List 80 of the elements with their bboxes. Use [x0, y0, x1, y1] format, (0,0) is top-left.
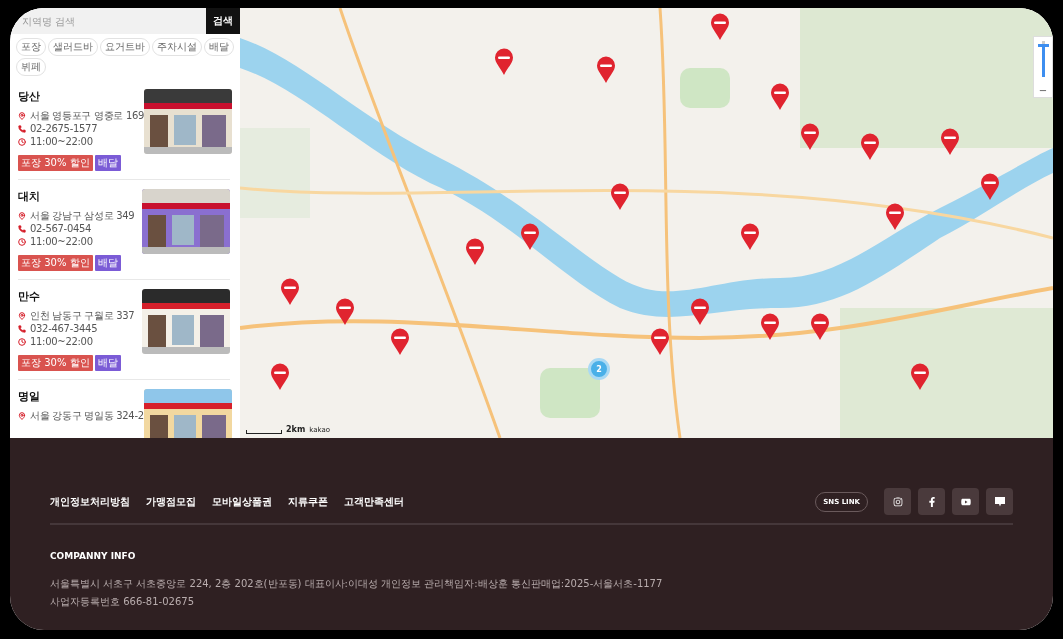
store-address: 인천 남동구 구월로 337: [30, 308, 135, 323]
map-pin-icon[interactable]: [650, 328, 670, 356]
phone-icon: [18, 224, 26, 233]
delivery-tag: 배달: [94, 255, 121, 271]
map-pin-icon[interactable]: [270, 363, 290, 391]
filter-chip[interactable]: 요거트바: [100, 38, 150, 56]
map-pin-icon[interactable]: [280, 278, 300, 306]
filter-chip[interactable]: 배달: [204, 38, 234, 56]
discount-tag: 포장 30% 할인: [18, 355, 93, 371]
map-pin-icon[interactable]: [610, 183, 630, 211]
clock-icon: [18, 337, 26, 346]
map-pin-icon[interactable]: [760, 313, 780, 341]
footer-link[interactable]: 고객만족센터: [344, 494, 404, 509]
map-pin-icon[interactable]: [465, 238, 485, 266]
store-address: 서울 강동구 명일동 324-2: [30, 408, 144, 423]
footer-link[interactable]: 모바일상품권: [212, 494, 272, 509]
map-pin-icon[interactable]: [520, 223, 540, 251]
store-phone: 032-467-3445: [30, 323, 98, 334]
instagram-icon: [892, 496, 903, 507]
map-pin-icon[interactable]: [940, 128, 960, 156]
zoom-out-button[interactable]: −: [1038, 85, 1048, 96]
map-pin-icon[interactable]: [596, 56, 616, 84]
clock-icon: [18, 237, 26, 246]
scale-label: 2km: [286, 425, 306, 434]
store-address: 서울 강남구 삼성로 349: [30, 208, 135, 223]
scale-bar: [246, 430, 282, 434]
map-pin-icon[interactable]: [885, 203, 905, 231]
blog-button[interactable]: [986, 488, 1013, 515]
store-hours: 11:00~22:00: [30, 236, 93, 247]
zoom-thumb[interactable]: [1037, 43, 1049, 47]
map-pin-icon[interactable]: [910, 363, 930, 391]
discount-tag: 포장 30% 할인: [18, 255, 93, 271]
store-hours: 11:00~22:00: [30, 136, 93, 147]
map-pin-icon[interactable]: [770, 83, 790, 111]
store-phone: 02-567-0454: [30, 223, 92, 234]
map-pin-icon[interactable]: [710, 13, 730, 41]
map-pin-icon[interactable]: [494, 48, 514, 76]
filter-chip[interactable]: 포장: [16, 38, 46, 56]
store-name[interactable]: 명일: [18, 389, 144, 404]
store-name[interactable]: 만수: [18, 289, 135, 304]
company-info-title: COMPANNY INFO: [50, 551, 137, 561]
map-pin-icon[interactable]: [390, 328, 410, 356]
map-pin-icon[interactable]: [800, 123, 820, 151]
facebook-icon: [926, 496, 937, 507]
speech-bubble-icon: [993, 495, 1006, 508]
map-pin-icon[interactable]: [740, 223, 760, 251]
store-phone: 02-2675-1577: [30, 123, 98, 134]
delivery-tag: 배달: [94, 355, 121, 371]
filter-chip[interactable]: 샐러드바: [48, 38, 98, 56]
map-pin-icon[interactable]: [335, 298, 355, 326]
discount-tag: 포장 30% 할인: [18, 155, 93, 171]
map-pin-icon[interactable]: [860, 133, 880, 161]
search-field[interactable]: 지역명 검색: [10, 8, 206, 34]
company-info-text: 서울특별시 서초구 서초중앙로 224, 2층 202호(반포동) 대표이사:이대성 개인정보 관리책임자:배상훈 통신판매업:2025-서울서초-1177: [50, 577, 664, 591]
company-info-text: 사업자등록번호 666-81-02675: [50, 595, 196, 609]
clock-icon: [18, 137, 26, 146]
search-button[interactable]: 검색: [206, 8, 240, 34]
map-pin-icon[interactable]: [810, 313, 830, 341]
location-pin-icon: [18, 211, 26, 220]
footer-link[interactable]: 개인정보처리방침: [50, 494, 130, 509]
location-pin-icon: [18, 111, 26, 120]
instagram-button[interactable]: [884, 488, 911, 515]
delivery-tag: 배달: [94, 155, 121, 171]
youtube-icon: [960, 496, 971, 507]
map-pin-icon[interactable]: [690, 298, 710, 326]
phone-icon: [18, 324, 26, 333]
filter-chip[interactable]: 뷔페: [16, 58, 46, 76]
phone-icon: [18, 124, 26, 133]
store-hours: 11:00~22:00: [30, 336, 93, 347]
youtube-button[interactable]: [952, 488, 979, 515]
location-pin-icon: [18, 411, 26, 420]
location-pin-icon: [18, 311, 26, 320]
footer-link[interactable]: 가맹점모집: [146, 494, 196, 509]
filter-chip[interactable]: 주차시설: [152, 38, 202, 56]
store-name[interactable]: 대치: [18, 189, 135, 204]
store-address: 서울 영등포구 영중로 169: [30, 108, 145, 123]
facebook-button[interactable]: [918, 488, 945, 515]
map-pin-icon[interactable]: [980, 173, 1000, 201]
store-name[interactable]: 당산: [18, 89, 145, 104]
footer-link[interactable]: 지류쿠폰: [288, 494, 328, 509]
